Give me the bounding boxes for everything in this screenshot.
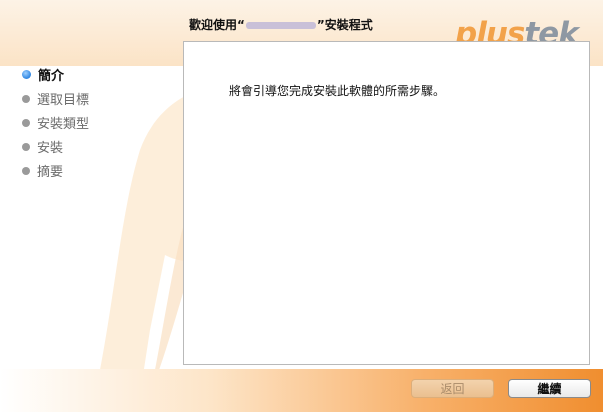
title-suffix: ”安裝程式 [316, 18, 373, 32]
step-label: 簡介 [38, 68, 65, 84]
step-summary: 摘要 [22, 158, 89, 182]
step-label: 摘要 [37, 164, 64, 180]
redacted-product-name [245, 22, 316, 29]
step-dot-icon [22, 94, 30, 103]
content-panel: 將會引導您完成安裝此軟體的所需步驟。 [183, 41, 590, 365]
step-select-destination: 選取目標 [22, 86, 89, 110]
step-dot-icon [22, 118, 30, 127]
step-introduction: 簡介 [22, 62, 89, 86]
step-dot-icon [22, 142, 30, 151]
step-installation: 安裝 [22, 134, 89, 158]
step-label: 安裝 [37, 140, 64, 156]
installer-window: 歡迎使用“ ”安裝程式 plustek 簡介 選取目標 安裝類型 安裝 摘要 將會… [0, 0, 603, 412]
continue-button[interactable]: 繼續 [508, 379, 591, 398]
intro-message: 將會引導您完成安裝此軟體的所需步驟。 [229, 84, 446, 98]
window-title: 歡迎使用“ ”安裝程式 [189, 16, 373, 33]
title-prefix: 歡迎使用“ [189, 18, 245, 32]
back-button[interactable]: 返回 [411, 379, 494, 398]
current-step-dot-icon [22, 70, 31, 79]
step-dot-icon [22, 166, 30, 175]
step-label: 選取目標 [37, 92, 90, 108]
install-steps-list: 簡介 選取目標 安裝類型 安裝 摘要 [22, 62, 89, 182]
step-installation-type: 安裝類型 [22, 110, 89, 134]
step-label: 安裝類型 [37, 116, 90, 132]
